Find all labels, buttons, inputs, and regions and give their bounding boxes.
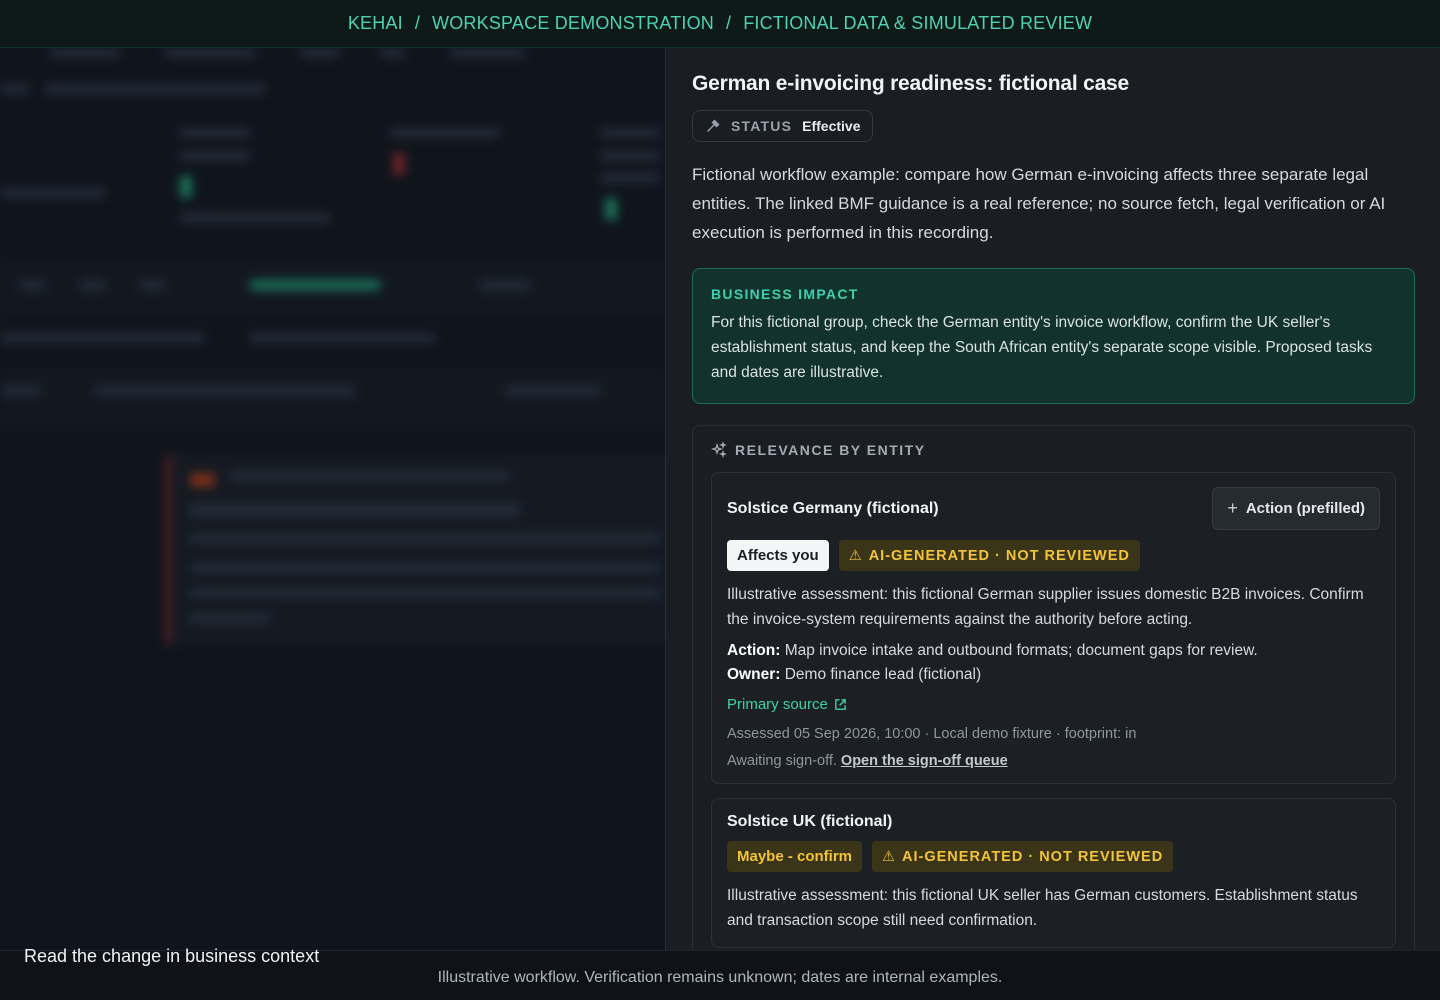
signoff-queue-link[interactable]: Open the sign-off queue bbox=[841, 753, 1008, 769]
signoff-text: Awaiting sign-off. bbox=[727, 753, 837, 769]
entity-name: Solstice Germany (fictional) bbox=[727, 499, 939, 517]
warning-icon: ⚠ bbox=[882, 848, 897, 865]
breadcrumb-item-current: FICTIONAL DATA & SIMULATED REVIEW bbox=[743, 13, 1093, 33]
primary-source-link[interactable]: Primary source bbox=[727, 696, 847, 713]
status-value: Effective bbox=[802, 118, 861, 134]
ai-status-badge: ⚠ AI-GENERATED · NOT REVIEWED bbox=[838, 540, 1140, 571]
action-field-label: Action: bbox=[727, 642, 781, 659]
entity-card-uk: Solstice UK (fictional) Maybe - confirm … bbox=[711, 798, 1396, 948]
status-pill: STATUS Effective bbox=[692, 110, 874, 142]
relevance-section: RELEVANCE BY ENTITY Solstice Germany (fi… bbox=[692, 425, 1415, 950]
relevance-badge: Maybe - confirm bbox=[727, 841, 863, 872]
gavel-icon bbox=[707, 119, 720, 132]
entity-assessment: Illustrative assessment: this fictional … bbox=[727, 887, 1358, 929]
warning-icon: ⚠ bbox=[848, 547, 863, 564]
plus-icon: + bbox=[1227, 498, 1238, 518]
assessment-meta: Assessed 05 Sep 2026, 10:00 · Local demo… bbox=[727, 726, 1137, 742]
action-field-text: Map invoice intake and outbound formats;… bbox=[784, 642, 1258, 659]
breadcrumb-item-workspace[interactable]: WORKSPACE DEMONSTRATION bbox=[432, 13, 714, 34]
primary-source-label: Primary source bbox=[727, 696, 828, 713]
breadcrumb-item-app[interactable]: KEHAI bbox=[348, 13, 403, 34]
breadcrumb-separator: / bbox=[726, 13, 732, 33]
business-impact-text: For this fictional group, check the Germ… bbox=[711, 314, 1373, 381]
signoff-status: Awaiting sign-off. Open the sign-off que… bbox=[727, 753, 1380, 769]
step-caption: Read the change in business context bbox=[24, 946, 320, 966]
detail-panel: German e-invoicing readiness: fictional … bbox=[665, 48, 1440, 950]
add-action-button[interactable]: + Action (prefilled) bbox=[1212, 487, 1380, 530]
entity-name: Solstice UK (fictional) bbox=[727, 813, 893, 830]
background-app-blurred bbox=[0, 48, 665, 950]
disclaimer-caption: Illustrative workflow. Verification rema… bbox=[437, 969, 1003, 986]
status-label: STATUS bbox=[731, 118, 793, 134]
business-impact-card: BUSINESS IMPACT For this fictional group… bbox=[692, 268, 1415, 404]
entity-action-field: Action: Map invoice intake and outbound … bbox=[727, 642, 1380, 660]
breadcrumb: KEHAI / WORKSPACE DEMONSTRATION / FICTIO… bbox=[0, 0, 1440, 48]
add-action-label: Action (prefilled) bbox=[1245, 500, 1365, 517]
owner-field-label: Owner: bbox=[727, 666, 781, 683]
entity-owner-field: Owner: Demo finance lead (fictional) bbox=[727, 666, 1380, 684]
breadcrumb-separator: / bbox=[414, 13, 421, 33]
entity-card-germany: Solstice Germany (fictional) + Action (p… bbox=[711, 472, 1396, 784]
sparkles-icon bbox=[711, 442, 727, 458]
relevance-badge: Affects you bbox=[727, 540, 829, 571]
entity-assessment: Illustrative assessment: this fictional … bbox=[727, 586, 1364, 628]
owner-field-text: Demo finance lead (fictional) bbox=[784, 666, 982, 683]
ai-status-label: AI-GENERATED · NOT REVIEWED bbox=[868, 547, 1130, 564]
external-link-icon bbox=[835, 699, 846, 710]
ai-status-badge: ⚠ AI-GENERATED · NOT REVIEWED bbox=[872, 841, 1174, 872]
relevance-title: RELEVANCE BY ENTITY bbox=[735, 442, 926, 458]
relevance-header: RELEVANCE BY ENTITY bbox=[711, 442, 1396, 458]
ai-status-label: AI-GENERATED · NOT REVIEWED bbox=[902, 848, 1164, 865]
panel-title: German e-invoicing readiness: fictional … bbox=[692, 72, 1130, 95]
panel-description: Fictional workflow example: compare how … bbox=[692, 165, 1386, 242]
business-impact-title: BUSINESS IMPACT bbox=[711, 286, 859, 302]
